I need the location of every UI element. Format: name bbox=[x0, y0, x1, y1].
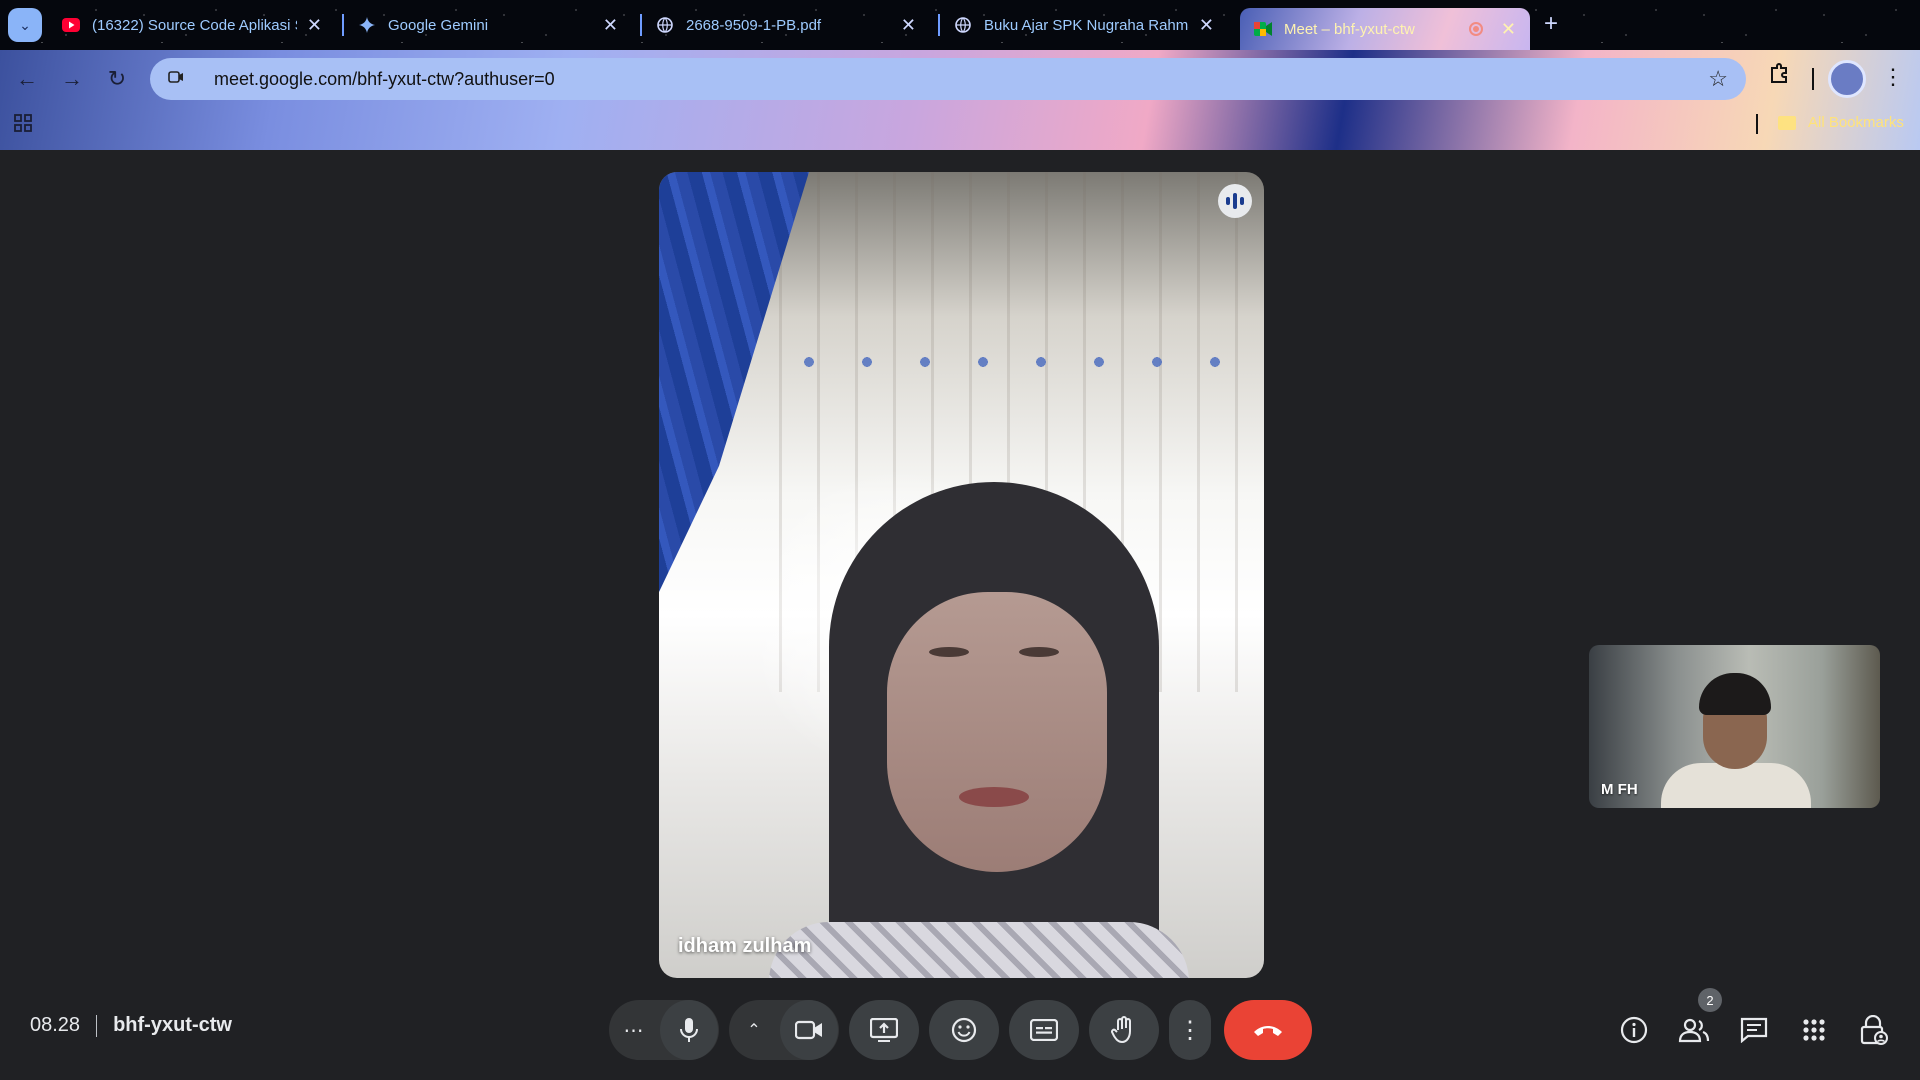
toolbar-divider bbox=[1812, 68, 1814, 90]
tab-divider bbox=[938, 14, 940, 36]
all-bookmarks-button[interactable]: All Bookmarks bbox=[1778, 114, 1904, 131]
meeting-details: 08.28 bhf-yxut-ctw bbox=[30, 1014, 232, 1037]
tab-buku-ajar[interactable]: Buku Ajar SPK Nugraha Rahmat ✕ bbox=[942, 8, 1226, 42]
lock-person-icon bbox=[1860, 1015, 1888, 1045]
close-tab-icon[interactable]: ✕ bbox=[603, 15, 618, 36]
info-divider bbox=[96, 1014, 98, 1037]
camera-icon bbox=[795, 1020, 822, 1040]
globe-icon bbox=[954, 16, 972, 34]
address-bar[interactable]: meet.google.com/bhf-yxut-ctw?authuser=0 … bbox=[150, 58, 1746, 100]
reload-icon: ↻ bbox=[107, 66, 127, 91]
new-tab-button[interactable]: + bbox=[1544, 10, 1558, 38]
forward-button[interactable]: → bbox=[55, 62, 89, 96]
gemini-icon bbox=[358, 16, 376, 34]
more-options-button[interactable]: ⋮ bbox=[1169, 1000, 1211, 1060]
recording-icon bbox=[1468, 22, 1483, 36]
chat-icon bbox=[1740, 1017, 1768, 1043]
tab-title: 2668-9509-1-PB.pdf bbox=[686, 16, 822, 34]
present-screen-button[interactable] bbox=[849, 1000, 919, 1060]
activities-button[interactable] bbox=[1794, 1010, 1834, 1050]
participant-video bbox=[769, 482, 1189, 978]
tab-title: Buku Ajar SPK Nugraha Rahmat bbox=[984, 16, 1189, 34]
participant-clothing bbox=[769, 922, 1189, 978]
tab-divider bbox=[640, 14, 642, 36]
tab-meet-active[interactable]: Meet – bhf-yxut-ctw ✕ bbox=[1240, 8, 1530, 50]
tab-title: (16322) Source Code Aplikasi SPK bbox=[92, 16, 297, 34]
leave-call-button[interactable] bbox=[1224, 1000, 1312, 1060]
reactions-button[interactable] bbox=[929, 1000, 999, 1060]
self-hair bbox=[1699, 673, 1771, 715]
self-view-tile[interactable]: M FH bbox=[1589, 645, 1880, 808]
closed-captions-icon bbox=[1030, 1019, 1058, 1041]
profile-avatar[interactable] bbox=[1828, 60, 1866, 98]
tab-title: Google Gemini bbox=[388, 16, 489, 34]
close-tab-icon[interactable]: ✕ bbox=[1199, 15, 1214, 36]
raise-hand-icon bbox=[1111, 1016, 1131, 1044]
close-tab-icon[interactable]: ✕ bbox=[307, 15, 322, 36]
self-clothing bbox=[1661, 763, 1811, 808]
host-controls-button[interactable] bbox=[1854, 1010, 1894, 1050]
microphone-icon bbox=[680, 1018, 698, 1042]
captions-button[interactable] bbox=[1009, 1000, 1079, 1060]
audio-settings-button[interactable]: ⋯ bbox=[609, 1000, 659, 1060]
tab-divider bbox=[342, 14, 344, 36]
tab-pdf[interactable]: 2668-9509-1-PB.pdf ✕ bbox=[644, 8, 928, 42]
browser-chrome: ⌄ (16322) Source Code Aplikasi SPK ✕ Goo… bbox=[0, 0, 1920, 150]
meeting-details-button[interactable] bbox=[1614, 1010, 1654, 1050]
more-horizontal-icon: ⋯ bbox=[623, 1019, 645, 1042]
video-settings-button[interactable]: ⌃ bbox=[729, 1000, 779, 1060]
meet-icon bbox=[1254, 22, 1272, 36]
end-call-icon bbox=[1254, 1026, 1282, 1036]
url-text: meet.google.com/bhf-yxut-ctw?authuser=0 bbox=[214, 68, 555, 89]
tab-gemini[interactable]: Google Gemini ✕ bbox=[346, 8, 630, 42]
curtain-pattern bbox=[789, 342, 1249, 382]
reload-button[interactable]: ↻ bbox=[100, 62, 134, 96]
apps-grid-icon bbox=[1803, 1019, 1825, 1041]
globe-icon bbox=[656, 16, 674, 34]
browser-menu-icon[interactable]: ⋮ bbox=[1882, 64, 1904, 90]
tab-youtube[interactable]: (16322) Source Code Aplikasi SPK ✕ bbox=[50, 8, 334, 42]
meeting-time: 08.28 bbox=[30, 1014, 81, 1036]
participant-mouth bbox=[959, 787, 1029, 807]
arrow-right-icon: → bbox=[61, 66, 83, 91]
chevron-down-icon: ⌄ bbox=[19, 16, 31, 33]
apps-grid-icon[interactable] bbox=[14, 114, 32, 137]
tab-search-button[interactable]: ⌄ bbox=[8, 8, 42, 42]
participant-eye bbox=[1019, 647, 1059, 657]
chevron-up-icon: ⌃ bbox=[747, 1022, 761, 1039]
self-name: M FH bbox=[1601, 781, 1638, 798]
participant-count-badge: 2 bbox=[1698, 988, 1722, 1012]
youtube-icon bbox=[62, 16, 80, 34]
plus-icon: + bbox=[1544, 10, 1559, 37]
participant-face bbox=[887, 592, 1107, 872]
bookmark-star-icon[interactable]: ☆ bbox=[1708, 66, 1728, 92]
participant-eye bbox=[929, 647, 969, 657]
meeting-code: bhf-yxut-ctw bbox=[113, 1014, 232, 1036]
participant-tile-main[interactable]: idham zulham bbox=[659, 172, 1264, 978]
info-icon bbox=[1620, 1016, 1648, 1044]
close-tab-icon[interactable]: ✕ bbox=[901, 15, 916, 36]
more-vertical-icon: ⋮ bbox=[1178, 1016, 1202, 1044]
close-tab-icon[interactable]: ✕ bbox=[1501, 19, 1516, 40]
speaking-indicator-icon bbox=[1218, 184, 1252, 218]
people-icon bbox=[1678, 1018, 1710, 1043]
chat-button[interactable] bbox=[1734, 1010, 1774, 1050]
bookmarks-divider bbox=[1756, 114, 1758, 134]
back-button[interactable]: ← bbox=[10, 62, 44, 96]
emoji-icon bbox=[951, 1017, 977, 1043]
participant-name: idham zulham bbox=[678, 935, 812, 957]
raise-hand-button[interactable] bbox=[1089, 1000, 1159, 1060]
people-button[interactable] bbox=[1674, 1010, 1714, 1050]
microphone-button[interactable] bbox=[660, 1000, 718, 1060]
site-info-icon[interactable] bbox=[168, 70, 190, 88]
camera-button[interactable] bbox=[780, 1000, 838, 1060]
present-screen-icon bbox=[870, 1018, 898, 1042]
extensions-icon[interactable] bbox=[1768, 62, 1790, 90]
arrow-left-icon: ← bbox=[16, 66, 38, 91]
self-video bbox=[1661, 673, 1811, 808]
tab-title: Meet – bhf-yxut-ctw bbox=[1284, 20, 1415, 38]
folder-icon bbox=[1778, 115, 1796, 130]
bookmarks-label: All Bookmarks bbox=[1808, 114, 1904, 131]
